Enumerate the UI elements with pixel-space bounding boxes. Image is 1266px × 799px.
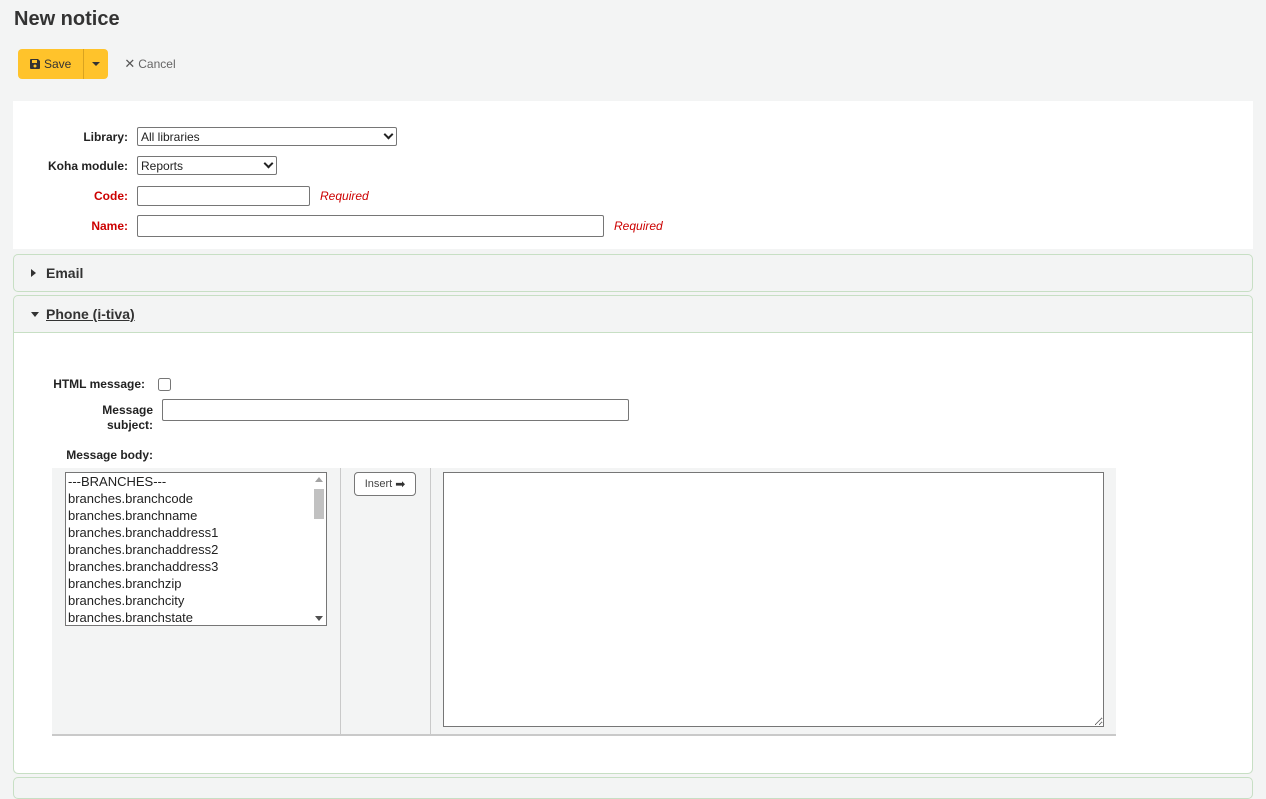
library-select-wrap: All libraries (137, 127, 397, 146)
name-required-hint: Required (614, 219, 663, 233)
toolbar: Save ✕ Cancel (18, 49, 176, 79)
save-label: Save (44, 57, 72, 71)
module-label: Koha module: (48, 158, 128, 173)
library-select[interactable]: All libraries (137, 127, 397, 146)
body-label: Message body: (66, 448, 153, 462)
subject-input[interactable] (162, 399, 629, 421)
field-option[interactable]: branches.branchaddress2 (66, 541, 326, 558)
save-icon (30, 59, 40, 69)
field-option[interactable]: branches.branchname (66, 507, 326, 524)
field-option[interactable]: ---BRANCHES--- (66, 473, 326, 490)
message-body-textarea[interactable] (443, 472, 1104, 727)
arrow-right-icon: ➡ (395, 477, 406, 491)
field-option[interactable]: branches.branchaddress3 (66, 558, 326, 575)
caret-down-icon (31, 311, 39, 317)
scroll-down-icon[interactable] (315, 616, 323, 621)
name-input[interactable] (137, 215, 604, 237)
module-row: Koha module: Reports (13, 156, 277, 175)
save-button-group: Save (18, 49, 109, 79)
scroll-thumb[interactable] (314, 489, 324, 519)
module-select[interactable]: Reports (137, 156, 277, 175)
message-body-editor: ---BRANCHES--- branches.branchcode branche… (52, 468, 1116, 736)
save-options-dropdown[interactable] (84, 49, 108, 79)
subject-row: Message subject: (14, 399, 629, 433)
body-label-row: Message body: (14, 448, 162, 462)
next-section (13, 777, 1253, 799)
phone-section-title: Phone (i-tiva) (46, 306, 135, 322)
divider (340, 468, 341, 734)
html-message-checkbox[interactable] (158, 377, 171, 391)
save-button[interactable]: Save (18, 49, 85, 79)
email-section-title: Email (46, 265, 84, 281)
subject-label: Message subject: (14, 403, 162, 433)
cancel-label: Cancel (138, 57, 176, 71)
divider (430, 468, 431, 734)
code-label: Code: (94, 189, 128, 203)
insert-button[interactable]: Insert ➡ (354, 472, 416, 496)
module-select-wrap: Reports (137, 156, 277, 175)
html-message-label: HTML message: (53, 377, 145, 391)
email-section: Email (13, 254, 1253, 292)
field-option[interactable]: branches.branchaddress1 (66, 524, 326, 541)
close-icon: ✕ (124, 56, 136, 71)
library-row: Library: All libraries (13, 127, 397, 146)
caret-down-icon (92, 62, 101, 66)
field-option[interactable]: branches.branchzip (66, 575, 326, 592)
cancel-button[interactable]: ✕ Cancel (124, 56, 175, 72)
page-title: New notice (14, 8, 120, 30)
field-option[interactable]: branches.branchstate (66, 609, 326, 625)
name-label: Name: (91, 219, 128, 233)
notice-properties-panel: Library: All libraries Koha module: Repo… (13, 101, 1253, 249)
insert-label: Insert (364, 478, 393, 490)
html-message-row: HTML message: (14, 377, 171, 391)
field-list[interactable]: ---BRANCHES--- branches.branchcode branche… (65, 472, 327, 626)
phone-section-body: HTML message: Message subject: Message b… (14, 332, 1252, 773)
code-row: Code: Required (13, 186, 369, 206)
field-option[interactable]: branches.branchcity (66, 592, 326, 609)
phone-section-toggle[interactable]: Phone (i-tiva) (14, 296, 1252, 332)
field-option[interactable]: branches.branchcode (66, 490, 326, 507)
code-required-hint: Required (320, 189, 369, 203)
field-options: ---BRANCHES--- branches.branchcode branche… (66, 473, 326, 625)
scroll-up-icon[interactable] (315, 477, 323, 482)
name-row: Name: Required (13, 215, 663, 237)
caret-right-icon (31, 269, 36, 277)
library-label: Library: (83, 129, 128, 144)
email-section-toggle[interactable]: Email (14, 255, 1252, 291)
list-scrollbar[interactable] (312, 473, 326, 625)
phone-section: Phone (i-tiva) HTML message: Message sub… (13, 295, 1253, 774)
subject-label-line2: subject: (106, 418, 153, 432)
subject-label-line1: Message (102, 403, 153, 417)
code-input[interactable] (137, 186, 310, 206)
